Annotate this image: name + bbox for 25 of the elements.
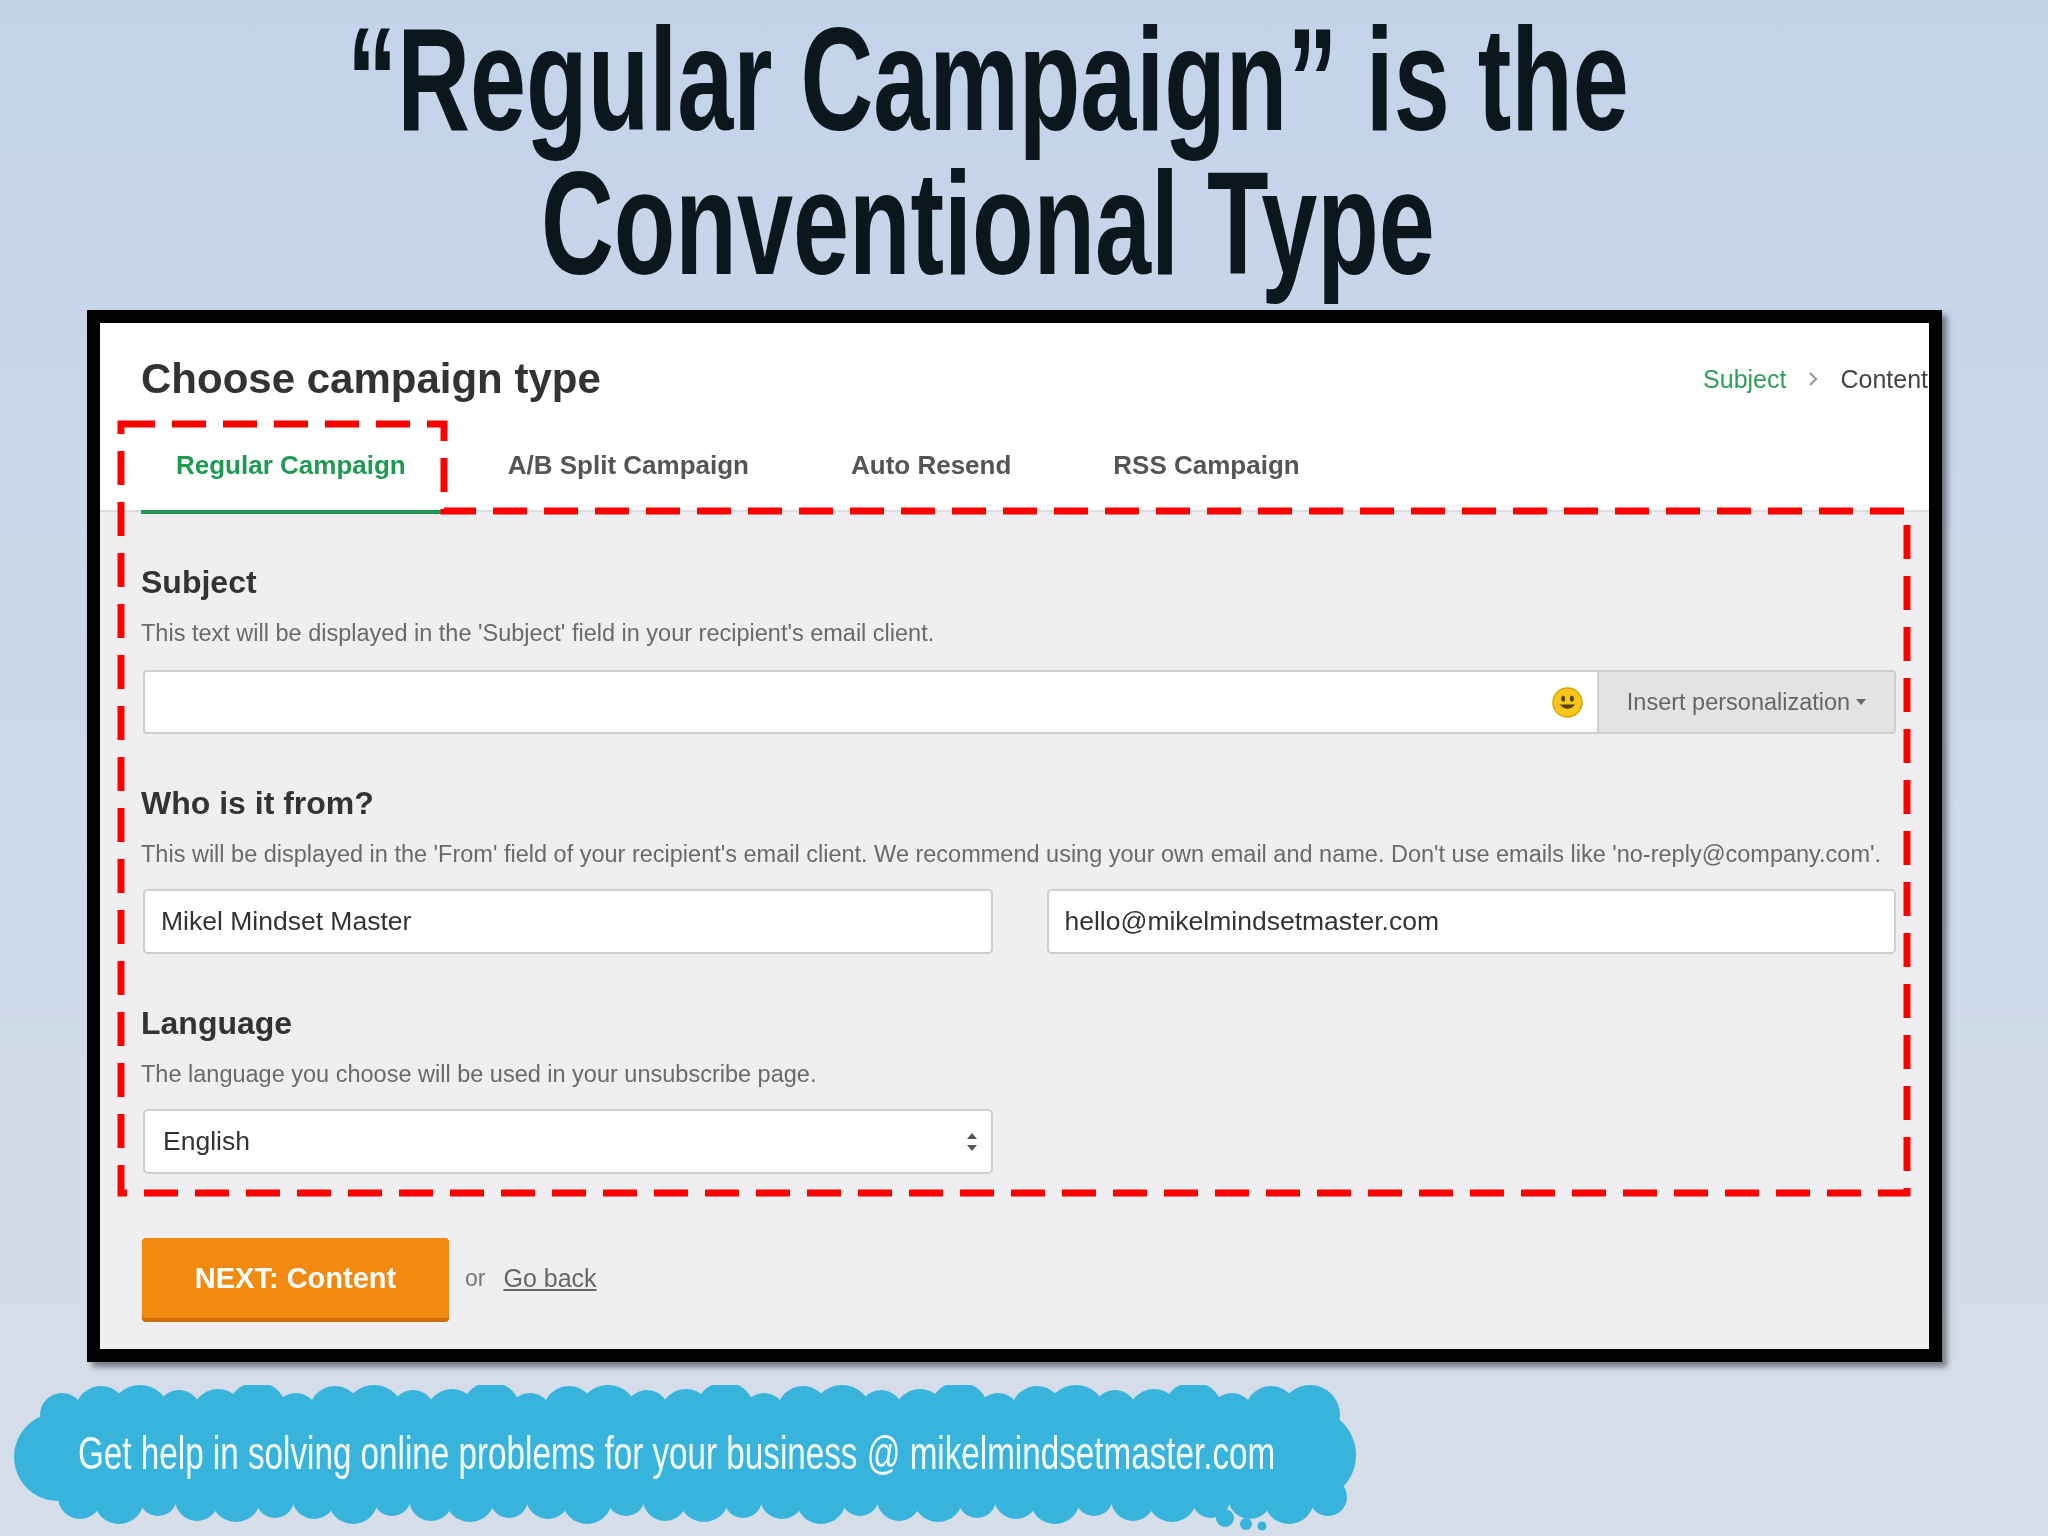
- slide-title: “Regular Campaign” is the Conventional Type: [346, 4, 1630, 307]
- page-heading: Choose campaign type: [141, 355, 601, 403]
- or-text: or: [465, 1264, 486, 1292]
- go-back-link[interactable]: Go back: [503, 1263, 597, 1293]
- smiley-icon[interactable]: [1552, 686, 1583, 718]
- subject-input-field[interactable]: [143, 670, 1597, 734]
- insert-personalization-button[interactable]: Insert personalization: [1597, 670, 1896, 734]
- section-heading: Language: [141, 1004, 294, 1043]
- section-description: The language you choose will be used in your unsubscribe page.: [141, 1060, 818, 1088]
- caret-icon: [1856, 699, 1867, 705]
- campaign-type-tab[interactable]: RSS Campaign: [1078, 404, 1335, 498]
- sender-name-field[interactable]: Mikel Mindset Master: [143, 889, 993, 954]
- campaign-type-tab[interactable]: Auto Resend: [815, 404, 1047, 498]
- sender-email-field[interactable]: hello@mikelmindsetmaster.com: [1046, 889, 1896, 954]
- chevron-right-icon: [1808, 371, 1819, 387]
- breadcrumb-step[interactable]: Content: [1840, 364, 1928, 394]
- banner-text: Get help in solving online problems for your business @ mikelmindsetmaster.com: [78, 1425, 1276, 1481]
- language-select[interactable]: English: [143, 1109, 993, 1174]
- section-heading: Subject: [141, 563, 258, 602]
- campaign-type-tab[interactable]: Regular Campaign: [141, 404, 441, 514]
- section-description: This text will be displayed in the 'Subject' field in your recipient's email client.: [141, 619, 936, 647]
- campaign-type-tab[interactable]: A/B Split Campaign: [472, 404, 784, 498]
- sort-arrows-icon: [966, 1132, 977, 1151]
- section-description: This will be displayed in the 'From' field of your recipient's email client. We recommend using your own email and name. Don't use emails like 'no-reply@company.com'.: [141, 840, 1883, 868]
- section-heading: Who is it from?: [141, 784, 375, 823]
